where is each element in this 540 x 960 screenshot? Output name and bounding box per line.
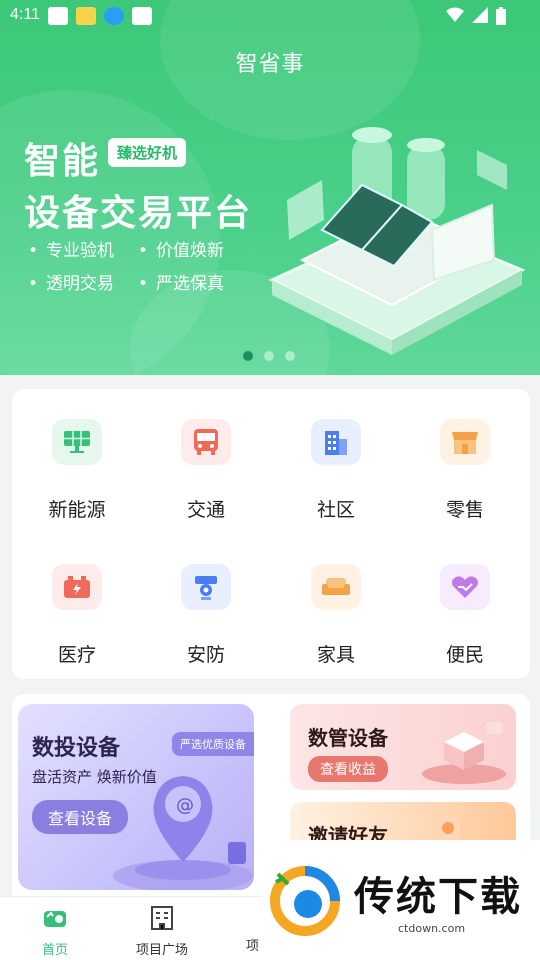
promo-title: 数管设备 — [308, 726, 388, 750]
category-grid: 新能源 交通 社区 零售 医疗 安防 家具 便民 — [12, 389, 530, 679]
category-label: 家具 — [316, 644, 355, 666]
watermark-logo — [270, 866, 340, 936]
carousel-dot[interactable] — [264, 351, 274, 361]
category-new-energy[interactable]: 新能源 — [12, 389, 142, 529]
svg-text:@: @ — [176, 795, 194, 816]
battery-icon — [52, 564, 102, 610]
building-icon — [311, 419, 361, 465]
category-retail[interactable]: 零售 — [400, 389, 530, 529]
watermark: 传统下载 ctdown.com — [262, 840, 540, 960]
category-label: 新能源 — [48, 499, 106, 521]
promo-manage-card[interactable]: 数管设备 查看收益 — [290, 704, 516, 790]
promo-tag: 严选优质设备 — [172, 732, 254, 756]
view-earnings-button[interactable]: 查看收益 — [308, 756, 388, 782]
feature-item: 透明交易 — [28, 269, 138, 294]
category-label: 安防 — [186, 644, 225, 666]
notification-app-icon — [48, 7, 68, 25]
sofa-icon — [311, 564, 361, 610]
promo-subtitle: 盘活资产 焕新价值 — [32, 768, 157, 786]
page-title: 智省事 — [235, 52, 305, 77]
view-devices-button[interactable]: 查看设备 — [32, 800, 129, 834]
banner-title-line2: 设备交易平台 — [24, 193, 253, 234]
battery-status-icon — [496, 7, 506, 25]
category-furniture[interactable]: 家具 — [271, 534, 401, 674]
feature-item: 价值焕新 — [138, 236, 258, 261]
nav-home[interactable]: 首页 — [0, 905, 110, 958]
category-label: 社区 — [316, 499, 355, 521]
nav-label: 项目广场 — [135, 943, 188, 958]
signal-icon — [472, 7, 488, 23]
watermark-url: ctdown.com — [398, 922, 466, 935]
nav-label: 首页 — [41, 943, 68, 958]
promo-title: 数投设备 — [32, 736, 121, 761]
promo-invest-card[interactable]: @ 严选优质设备 数投设备 盘活资产 焕新价值 查看设备 — [18, 704, 254, 890]
category-label: 便民 — [445, 644, 484, 666]
category-medical[interactable]: 医疗 — [12, 534, 142, 674]
watermark-text: 传统下载 — [354, 874, 522, 920]
store-icon — [440, 419, 490, 465]
hero-banner[interactable]: 4:11 智省事 智能 臻选好机 设备交易平台 专业验机 价值焕新 透明交易 严… — [0, 0, 540, 375]
wifi-icon — [446, 7, 464, 22]
notification-app-icon — [76, 7, 96, 25]
heart-hand-icon — [440, 564, 490, 610]
solar-panel-icon — [52, 419, 102, 465]
home-icon — [44, 911, 66, 927]
category-label: 医疗 — [57, 644, 96, 666]
carousel-dots[interactable] — [243, 351, 295, 361]
category-label: 交通 — [186, 499, 225, 521]
device-box-illustration — [422, 722, 506, 784]
status-time: 4:11 — [10, 6, 40, 23]
solar-facility-illustration — [268, 127, 526, 355]
feature-item: 严选保真 — [138, 269, 258, 294]
download-icon — [104, 7, 124, 25]
banner-features: 专业验机 价值焕新 透明交易 严选保真 — [28, 236, 258, 294]
banner-title-line1: 智能 — [24, 141, 101, 182]
camera-icon — [181, 564, 231, 610]
nav-project-square[interactable]: 项目广场 — [107, 905, 217, 958]
category-convenience[interactable]: 便民 — [400, 534, 530, 674]
category-security[interactable]: 安防 — [141, 534, 271, 674]
carousel-dot-active[interactable] — [243, 351, 253, 361]
carousel-dot[interactable] — [285, 351, 295, 361]
banner-badge: 臻选好机 — [108, 138, 187, 167]
category-label: 零售 — [445, 499, 484, 521]
status-bar: 4:11 — [0, 0, 540, 32]
category-traffic[interactable]: 交通 — [141, 389, 271, 529]
notification-app-icon — [132, 7, 152, 25]
feature-item: 专业验机 — [28, 236, 138, 261]
grid-building-icon — [151, 906, 173, 930]
bus-icon — [181, 419, 231, 465]
category-community[interactable]: 社区 — [271, 389, 401, 529]
